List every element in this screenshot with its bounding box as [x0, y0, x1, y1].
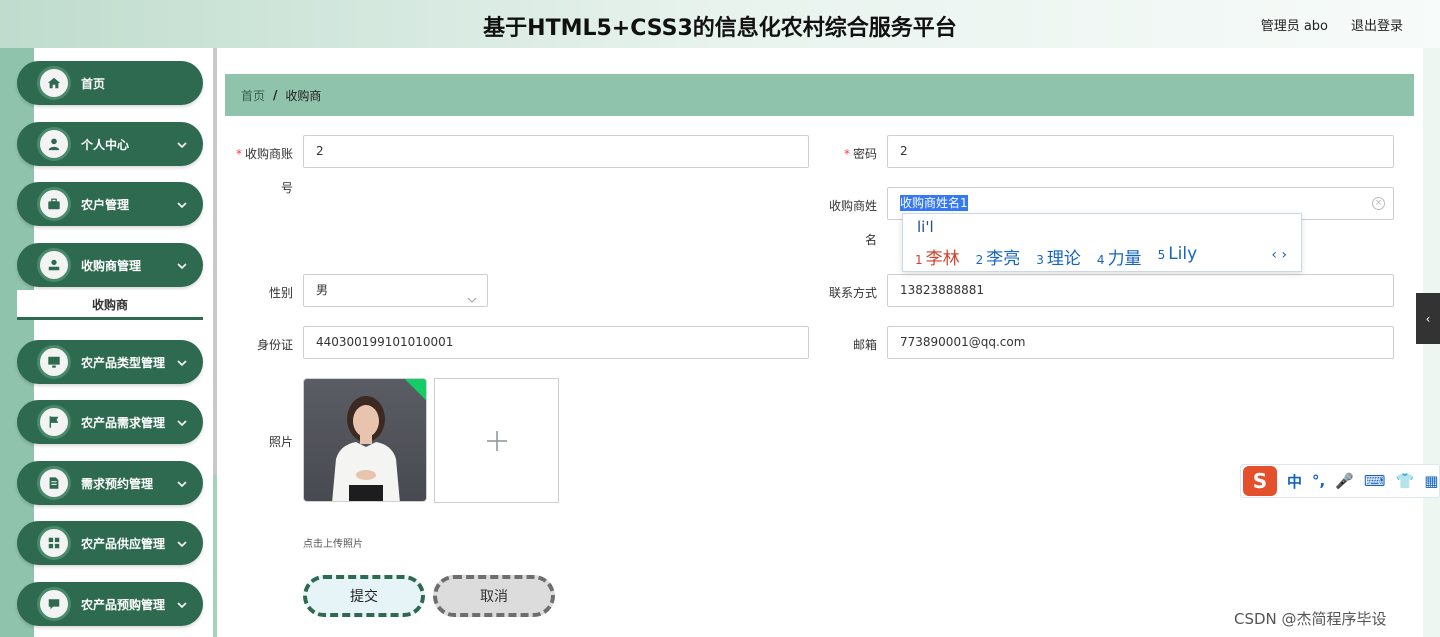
ime-candidate[interactable]: 4 力量: [1097, 244, 1142, 269]
sidebar-item-buyers[interactable]: 收购商管理: [17, 243, 203, 287]
portrait-image: [332, 396, 400, 501]
phone-label: 联系方式: [828, 286, 877, 300]
plus-icon: [486, 430, 507, 451]
breadcrumb: 首页 / 收购商: [225, 74, 1414, 116]
chevron-down-icon: [467, 286, 477, 303]
chat-icon: [37, 587, 71, 621]
gender-label: 性别: [268, 286, 293, 300]
watermark: CSDN @杰简程序毕设: [1234, 610, 1387, 628]
uploaded-photo[interactable]: [303, 378, 427, 502]
gender-select-value: 男: [316, 283, 329, 297]
sidebar-item-product-types[interactable]: 农产品类型管理: [17, 340, 203, 384]
sidebar-item-product-demand[interactable]: 农产品需求管理: [17, 400, 203, 444]
user-badge-icon: [37, 248, 71, 282]
sidebar-item-home[interactable]: 首页: [17, 61, 203, 105]
phone-input[interactable]: 13823888881: [887, 274, 1394, 307]
sidebar-item-label: 农产品类型管理: [81, 355, 166, 370]
monitor-icon: [37, 345, 71, 379]
cancel-button[interactable]: 取消: [433, 575, 555, 617]
sogou-logo-icon: S: [1243, 466, 1277, 496]
chevron-down-icon: [177, 199, 187, 209]
chevron-down-icon: [177, 599, 187, 609]
chevron-down-icon: [177, 357, 187, 367]
ime-candidates: 1 李林 2 李亮 3 理论 4 力量 5 Lily: [915, 244, 1213, 269]
header: 基于HTML5+CSS3的信息化农村综合服务平台 管理员 abo 退出登录: [0, 0, 1440, 48]
ime-candidate[interactable]: 3 理论: [1036, 244, 1081, 269]
sidebar-item-label: 农产品需求管理: [81, 415, 166, 430]
sidebar-item-profile[interactable]: 个人中心: [17, 122, 203, 166]
breadcrumb-current: 收购商: [285, 88, 322, 103]
password-label: * 密码: [843, 147, 877, 161]
name-label-wrap: 名: [864, 233, 877, 247]
sidebar-item-product-presale[interactable]: 农产品预购管理: [17, 582, 203, 626]
ime-mode[interactable]: 中: [1287, 471, 1302, 492]
breadcrumb-home[interactable]: 首页: [241, 87, 265, 104]
sidebar-item-product-supply[interactable]: 农产品供应管理: [17, 521, 203, 565]
password-input[interactable]: 2: [887, 135, 1394, 168]
photo-label: 照片: [268, 435, 293, 449]
clear-icon[interactable]: ×: [1372, 197, 1385, 210]
punctuation-icon[interactable]: °,: [1312, 472, 1325, 490]
keyboard-icon[interactable]: ⌨: [1364, 472, 1386, 490]
ime-candidate[interactable]: 1 李林: [915, 244, 960, 269]
ime-candidate[interactable]: 5 Lily: [1158, 244, 1198, 269]
sidebar-item-label: 首页: [81, 76, 106, 91]
name-label: 收购商姓: [828, 199, 877, 213]
submit-button[interactable]: 提交: [303, 575, 425, 617]
skin-icon[interactable]: 👕: [1396, 472, 1415, 490]
ime-candidate[interactable]: 2 李亮: [976, 244, 1021, 269]
document-icon: [37, 466, 71, 500]
account-label-wrap: 号: [280, 181, 293, 195]
chevron-down-icon: [177, 478, 187, 488]
microphone-icon[interactable]: 🎤: [1335, 472, 1354, 490]
apps-icon[interactable]: ▦: [1424, 472, 1438, 490]
chevron-down-icon: [177, 139, 187, 149]
sidebar-item-label: 需求预约管理: [81, 476, 154, 491]
chevron-down-icon: [177, 417, 187, 427]
chevron-down-icon: [177, 538, 187, 548]
grid-icon: [37, 526, 71, 560]
email-input[interactable]: 773890001@qq.com: [887, 326, 1394, 359]
home-icon: [37, 66, 71, 100]
sidebar-item-label: 收购商管理: [81, 258, 142, 273]
account-label: * 收购商账: [235, 147, 293, 161]
id-card-label: 身份证: [256, 338, 293, 352]
upload-tip: 点击上传照片: [303, 539, 363, 550]
collapse-panel-tab[interactable]: ‹: [1416, 293, 1440, 344]
briefcase-icon: [37, 187, 71, 221]
current-user: 管理员 abo: [1260, 19, 1328, 34]
sidebar-item-farmers[interactable]: 农户管理: [17, 182, 203, 226]
user-icon: [37, 127, 71, 161]
ime-page-arrows[interactable]: ‹ ›: [1271, 247, 1287, 263]
sidebar-item-label: 农产品预购管理: [81, 597, 166, 612]
name-input-value: 收购商姓名1: [900, 195, 968, 211]
email-label: 邮箱: [852, 338, 877, 352]
page-title: 基于HTML5+CSS3的信息化农村综合服务平台: [483, 16, 957, 41]
id-card-input[interactable]: 440300199101010001: [303, 326, 809, 359]
sidebar-item-label: 农户管理: [81, 197, 130, 212]
sidebar-item-demand-booking[interactable]: 需求预约管理: [17, 461, 203, 505]
upload-button[interactable]: [434, 378, 559, 503]
ime-pinyin: li'l: [917, 218, 934, 236]
sidebar-item-label: 个人中心: [81, 137, 130, 152]
ime-toolbar: S 中 °, 🎤 ⌨ 👕 ▦: [1240, 464, 1440, 498]
gender-select[interactable]: 男: [303, 274, 488, 307]
sidebar-item-label: 农产品供应管理: [81, 536, 166, 551]
breadcrumb-separator: /: [273, 88, 278, 102]
account-input[interactable]: 2: [303, 135, 809, 168]
logout-link[interactable]: 退出登录: [1351, 15, 1403, 34]
chevron-down-icon: [177, 260, 187, 270]
ime-candidate-popup: li'l 1 李林 2 李亮 3 理论 4 力量 5 Lily ‹ ›: [902, 213, 1302, 272]
flag-icon: [37, 405, 71, 439]
submenu-item-buyer[interactable]: 收购商: [17, 290, 203, 320]
main-panel: 首页 / 收购商 * 收购商账 号 2 * 密码 2 收购商姓 名 收购商姓名1 ×…: [217, 48, 1423, 637]
